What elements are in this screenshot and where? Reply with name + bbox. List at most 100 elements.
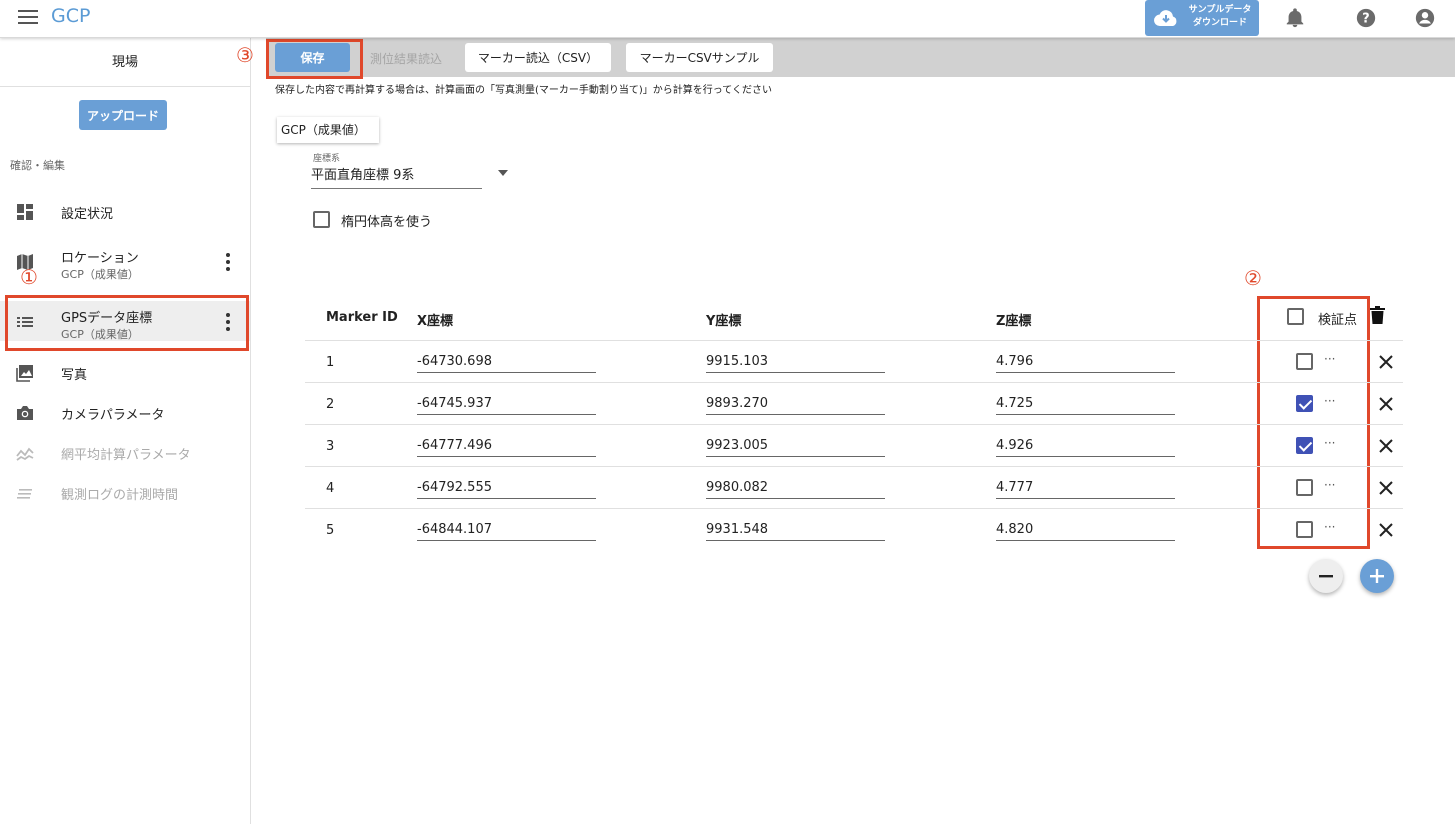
annotation-1: ① <box>20 265 38 289</box>
download-label-line1: サンプルデータ <box>1188 5 1252 15</box>
delete-row-icon[interactable] <box>1378 354 1394 370</box>
coord-y-input[interactable] <box>706 519 885 541</box>
annotation-2: ② <box>1244 266 1262 290</box>
sidebar-item-label: 写真 <box>61 368 88 383</box>
marker-id-cell: 3 <box>326 439 335 454</box>
verify-point-checkbox[interactable] <box>1296 479 1313 496</box>
photo-icon <box>16 365 33 382</box>
row-divider <box>305 382 1403 383</box>
cloud-download-icon <box>1154 10 1177 27</box>
app-title: GCP <box>51 5 91 27</box>
coord-z-input[interactable] <box>996 351 1175 373</box>
sidebar-item-gps-coords[interactable]: GPSデータ座標 GCP（成果値） <box>0 301 250 341</box>
dashboard-icon <box>17 204 33 220</box>
coord-y-input[interactable] <box>706 351 885 373</box>
row-divider <box>305 424 1403 425</box>
section-label: 確認・編集 <box>10 159 65 172</box>
load-result-button[interactable]: 測位結果読込 <box>370 50 442 67</box>
more-vert-icon[interactable] <box>226 253 230 271</box>
upload-button[interactable]: アップロード <box>79 100 167 130</box>
coord-system-select[interactable]: 平面直角座標 9系 <box>311 163 482 189</box>
sidebar: 現場 アップロード 確認・編集 設定状況 ロケーション GCP（成果値） GPS… <box>0 38 251 824</box>
row-divider <box>305 466 1403 467</box>
verify-point-checkbox[interactable] <box>1296 353 1313 370</box>
marker-id-cell: 5 <box>326 523 335 538</box>
sidebar-item-label: ロケーション <box>61 251 139 266</box>
download-label-line2: ダウンロード <box>1192 18 1247 28</box>
recalc-notice: 保存した内容で再計算する場合は、計算画面の「写真測量(マーカー手動割り当て)」か… <box>275 85 773 96</box>
more-horiz-icon[interactable]: ··· <box>1324 352 1335 366</box>
marker-id-cell: 1 <box>326 355 335 370</box>
plus-icon <box>1370 569 1384 583</box>
minus-icon <box>1319 575 1333 578</box>
coord-y-input[interactable] <box>706 393 885 415</box>
sidebar-item-label: GPSデータ座標 <box>61 311 153 326</box>
coord-x-input[interactable] <box>417 351 596 373</box>
coord-x-input[interactable] <box>417 435 596 457</box>
marker-csv-sample-button[interactable]: マーカーCSVサンプル <box>626 43 773 72</box>
delete-row-icon[interactable] <box>1378 522 1394 538</box>
bell-icon[interactable] <box>1284 7 1306 29</box>
sidebar-item-label: 網平均計算パラメータ <box>61 448 191 463</box>
sidebar-item-sub: GCP（成果値） <box>61 268 139 281</box>
verify-point-checkbox[interactable] <box>1296 437 1313 454</box>
toolbar: 保存 測位結果読込 マーカー読込（CSV） マーカーCSVサンプル <box>266 38 1455 77</box>
delete-row-icon[interactable] <box>1378 438 1394 454</box>
coord-x-input[interactable] <box>417 519 596 541</box>
verify-point-checkbox[interactable] <box>1296 395 1313 412</box>
verify-all-checkbox[interactable] <box>1287 308 1304 325</box>
more-vert-icon[interactable] <box>226 313 230 331</box>
save-button[interactable]: 保存 <box>275 43 350 72</box>
sidebar-item-network-params[interactable]: 網平均計算パラメータ <box>0 432 250 472</box>
chevron-down-icon[interactable] <box>498 170 508 176</box>
col-header-y: Y座標 <box>706 314 742 329</box>
trash-icon[interactable] <box>1369 306 1386 325</box>
camera-icon <box>17 406 33 420</box>
app-header: GCP サンプルデータ ダウンロード ? <box>0 0 1455 38</box>
account-icon[interactable] <box>1414 7 1436 29</box>
marker-id-cell: 2 <box>326 397 335 412</box>
add-row-button[interactable] <box>1360 559 1394 593</box>
sidebar-item-settings-status[interactable]: 設定状況 <box>0 191 250 231</box>
ellipsoid-height-checkbox[interactable] <box>313 211 330 228</box>
svg-text:?: ? <box>1362 12 1369 27</box>
sample-data-download-button[interactable]: サンプルデータ ダウンロード <box>1145 0 1259 36</box>
tab-gcp-result[interactable]: GCP（成果値） <box>277 117 379 143</box>
sidebar-item-label: 観測ログの計測時間 <box>61 488 179 503</box>
sidebar-item-log-time[interactable]: 観測ログの計測時間 <box>0 472 250 512</box>
sidebar-item-label: 設定状況 <box>61 207 114 222</box>
more-horiz-icon[interactable]: ··· <box>1324 520 1335 534</box>
row-divider <box>305 508 1403 509</box>
log-lines-icon <box>17 489 32 499</box>
help-icon[interactable]: ? <box>1355 7 1377 29</box>
coord-y-input[interactable] <box>706 477 885 499</box>
hamburger-menu-icon[interactable] <box>18 10 38 26</box>
sidebar-item-label: カメラパラメータ <box>61 408 165 423</box>
col-header-z: Z座標 <box>996 314 1032 329</box>
load-marker-csv-button[interactable]: マーカー読込（CSV） <box>465 43 611 72</box>
site-label: 現場 <box>0 38 250 87</box>
more-horiz-icon[interactable]: ··· <box>1324 436 1335 450</box>
coord-z-input[interactable] <box>996 519 1175 541</box>
coord-x-input[interactable] <box>417 393 596 415</box>
coord-y-input[interactable] <box>706 435 885 457</box>
row-divider <box>305 340 1403 341</box>
coord-z-input[interactable] <box>996 435 1175 457</box>
remove-row-button[interactable] <box>1309 559 1343 593</box>
more-horiz-icon[interactable]: ··· <box>1324 478 1335 492</box>
col-header-x: X座標 <box>417 314 454 329</box>
delete-row-icon[interactable] <box>1378 480 1394 496</box>
more-horiz-icon[interactable]: ··· <box>1324 394 1335 408</box>
col-header-marker-id: Marker ID <box>326 310 398 325</box>
verify-point-checkbox[interactable] <box>1296 521 1313 538</box>
sidebar-item-sub: GCP（成果値） <box>61 328 139 341</box>
ellipsoid-height-label: 楕円体高を使う <box>341 215 433 230</box>
coord-x-input[interactable] <box>417 477 596 499</box>
marker-id-cell: 4 <box>326 481 335 496</box>
col-header-verify: 検証点 <box>1318 313 1358 328</box>
sidebar-item-photos[interactable]: 写真 <box>0 352 250 392</box>
sidebar-item-camera-params[interactable]: カメラパラメータ <box>0 392 250 432</box>
coord-z-input[interactable] <box>996 477 1175 499</box>
delete-row-icon[interactable] <box>1378 396 1394 412</box>
coord-z-input[interactable] <box>996 393 1175 415</box>
